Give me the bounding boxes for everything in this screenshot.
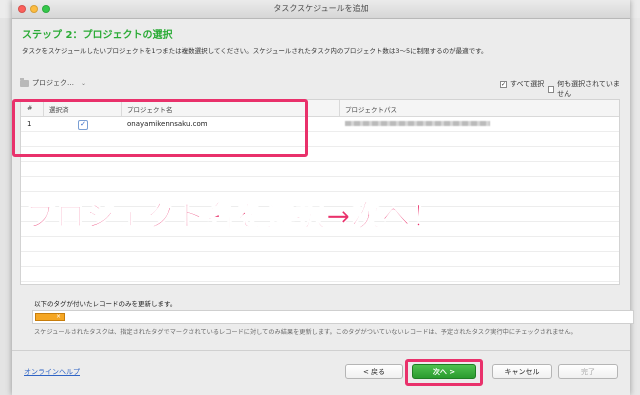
cancel-button[interactable]: キャンセル xyxy=(492,364,552,379)
annotation-overlay-text: プロジェクト名を選択→次へ！ xyxy=(25,198,442,233)
done-button[interactable]: 完了 xyxy=(558,364,618,379)
step-description: タスクをスケジュールしたいプロジェクトを1つまたは複数選択してください。スケジュ… xyxy=(22,47,488,55)
close-icon[interactable]: × xyxy=(56,314,61,320)
project-dropdown-label: プロジェク… xyxy=(32,79,74,87)
select-none-option[interactable]: 何も選択されていません xyxy=(548,79,620,99)
row-project-path xyxy=(345,120,490,128)
select-all-checkbox[interactable]: ✓ xyxy=(500,80,507,88)
back-button[interactable]: < 戻る xyxy=(345,364,403,379)
blurred-path xyxy=(345,121,490,126)
table-row-empty xyxy=(21,237,619,252)
select-none-checkbox[interactable] xyxy=(548,85,555,93)
footer-divider xyxy=(12,350,630,351)
folder-icon xyxy=(20,77,29,87)
online-help-link[interactable]: オンラインヘルプ xyxy=(24,367,80,377)
window-title: タスクスケジュールを追加 xyxy=(273,4,369,13)
table-row-empty xyxy=(21,162,619,177)
annotation-highlight-table xyxy=(12,99,308,157)
select-none-label: 何も選択されていません xyxy=(557,80,620,98)
project-dropdown[interactable]: プロジェク… ⌄ xyxy=(20,77,87,88)
annotation-highlight-next xyxy=(405,359,483,386)
tag-filter-label: 以下のタグが付いたレコードのみを更新します。 xyxy=(34,300,177,308)
titlebar: タスクスケジュールを追加 xyxy=(12,0,630,19)
background-right-pane xyxy=(629,18,640,395)
table-row-empty xyxy=(21,177,619,192)
header-project-path[interactable]: プロジェクトパス xyxy=(345,104,397,114)
table-row-empty xyxy=(21,252,619,267)
project-toolbar: プロジェク… ⌄ ✓ すべて選択 何も選択されていません xyxy=(20,73,620,98)
tag-chip[interactable]: × xyxy=(35,313,65,321)
step-heading: ステップ 2：プロジェクトの選択 xyxy=(22,30,173,41)
chevron-down-icon: ⌄ xyxy=(81,79,87,87)
table-row-empty xyxy=(21,267,619,282)
select-all-label: すべて選択 xyxy=(510,80,545,88)
select-all-option[interactable]: ✓ すべて選択 xyxy=(500,79,544,89)
tag-input[interactable]: × xyxy=(32,310,634,324)
tag-description: スケジュールされたタスクは、指定されたタグでマークされているレコードに対してのみ… xyxy=(34,329,577,336)
